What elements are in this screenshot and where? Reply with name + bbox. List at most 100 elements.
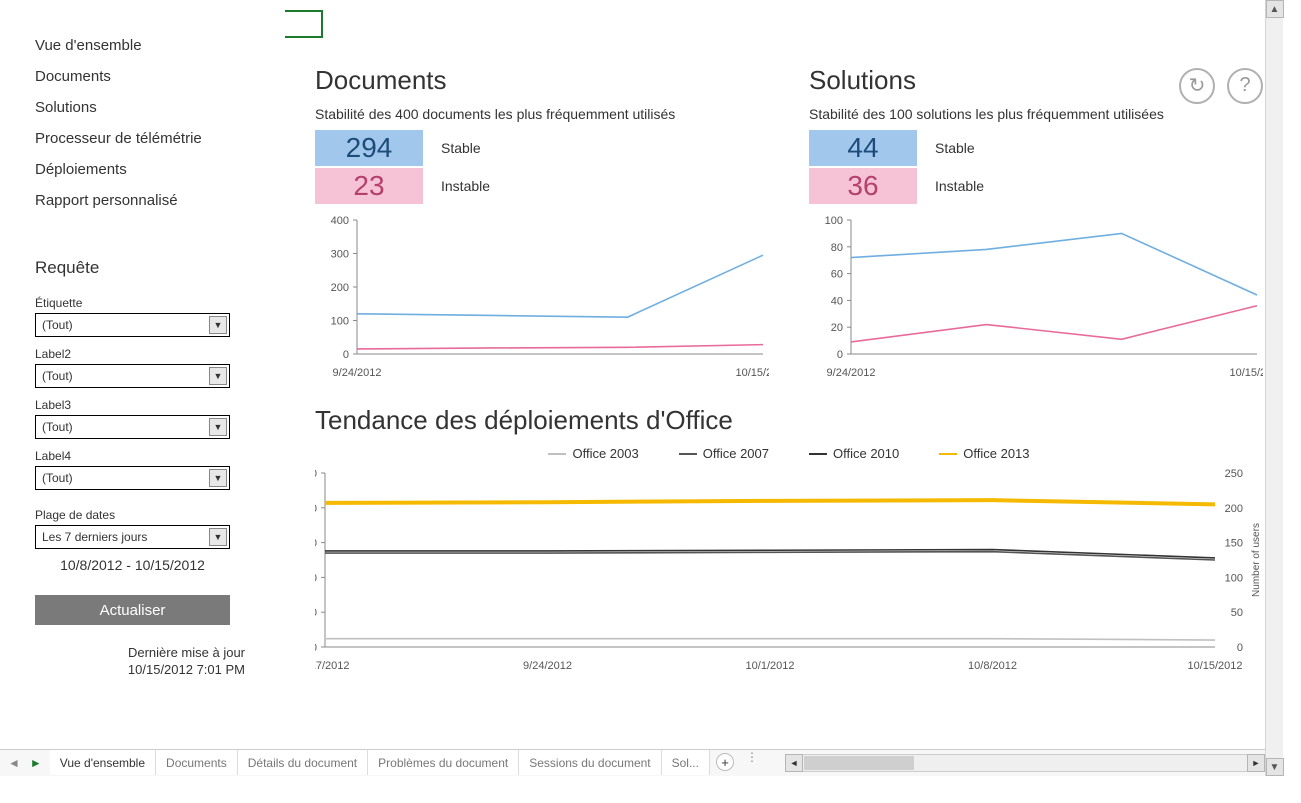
solutions-subtitle: Stabilité des 100 solutions les plus fré…: [809, 106, 1263, 122]
svg-text:60: 60: [831, 269, 843, 281]
svg-text:10/15/2012: 10/15/2012: [735, 367, 769, 379]
scroll-down-icon[interactable]: ▼: [1266, 758, 1284, 776]
svg-text:9/24/2012: 9/24/2012: [333, 367, 382, 379]
tab-document-sessions[interactable]: Sessions du document: [519, 749, 661, 775]
trend-chart: 0501001502002509/17/20129/24/201210/1/20…: [315, 465, 1263, 675]
main-content: Documents Stabilité des 400 documents le…: [285, 0, 1283, 776]
chevron-down-icon: ▼: [209, 528, 227, 546]
svg-text:10/15/2012: 10/15/2012: [1187, 660, 1242, 672]
nav-item-deployments[interactable]: Déploiements: [35, 154, 255, 185]
svg-text:150: 150: [315, 538, 317, 550]
solutions-stable-count: 44: [809, 130, 917, 166]
filter-dropdown-4[interactable]: (Tout) ▼: [35, 466, 230, 490]
svg-text:10/1/2012: 10/1/2012: [746, 660, 795, 672]
tab-documents[interactable]: Documents: [156, 749, 238, 775]
svg-text:0: 0: [343, 349, 349, 361]
sidebar: Vue d'ensemble Documents Solutions Proce…: [0, 0, 285, 776]
scroll-up-icon[interactable]: ▲: [1266, 0, 1284, 18]
chevron-down-icon: ▼: [209, 367, 227, 385]
svg-text:20: 20: [831, 322, 843, 334]
svg-text:250: 250: [1225, 468, 1243, 480]
filter-label-4: Label4: [35, 449, 255, 463]
nav-item-custom-report[interactable]: Rapport personnalisé: [35, 185, 255, 216]
svg-text:250: 250: [315, 468, 317, 480]
svg-text:150: 150: [1225, 538, 1243, 550]
nav-list: Vue d'ensemble Documents Solutions Proce…: [35, 30, 255, 216]
solutions-unstable-count: 36: [809, 168, 917, 204]
legend-item-2010: Office 2010: [809, 446, 899, 461]
documents-subtitle: Stabilité des 400 documents les plus fré…: [315, 106, 769, 122]
refresh-button[interactable]: Actualiser: [35, 595, 230, 625]
filter-value-2: (Tout): [42, 369, 73, 383]
hscroll-right-icon[interactable]: ►: [1247, 754, 1265, 772]
nav-item-solutions[interactable]: Solutions: [35, 92, 255, 123]
svg-text:50: 50: [315, 607, 317, 619]
tab-prev-icon[interactable]: ◄: [8, 756, 20, 770]
last-update: Dernière mise à jour 10/15/2012 7:01 PM: [35, 645, 245, 679]
trend-title: Tendance des déploiements d'Office: [315, 405, 1263, 436]
date-range-dropdown[interactable]: Les 7 derniers jours ▼: [35, 525, 230, 549]
documents-unstable-count: 23: [315, 168, 423, 204]
svg-text:100: 100: [315, 572, 317, 584]
documents-title: Documents: [315, 65, 769, 96]
svg-text:100: 100: [825, 215, 843, 227]
svg-text:0: 0: [315, 642, 317, 654]
filter-dropdown-1[interactable]: (Tout) ▼: [35, 313, 230, 337]
legend-item-2007: Office 2007: [679, 446, 769, 461]
filter-label-1: Étiquette: [35, 296, 255, 310]
nav-item-telemetry[interactable]: Processeur de télémétrie: [35, 123, 255, 154]
filter-value-3: (Tout): [42, 420, 73, 434]
nav-item-overview[interactable]: Vue d'ensemble: [35, 30, 255, 61]
solutions-stable-label: Stable: [935, 140, 975, 156]
hscroll-left-icon[interactable]: ◄: [785, 754, 803, 772]
svg-text:400: 400: [331, 215, 349, 227]
documents-panel: Documents Stabilité des 400 documents le…: [315, 65, 769, 385]
tab-nav-arrows: ◄ ►: [0, 750, 50, 776]
solutions-panel: Solutions ↻ ? Stabilité des 100 solution…: [809, 65, 1263, 385]
filter-value-4: (Tout): [42, 471, 73, 485]
query-section-title: Requête: [35, 258, 255, 278]
solutions-chart: 0204060801009/24/201210/15/2012: [809, 212, 1263, 382]
svg-text:50: 50: [1231, 607, 1243, 619]
help-icon[interactable]: ?: [1227, 68, 1263, 104]
horizontal-scrollbar[interactable]: ◄ ►: [785, 750, 1265, 776]
filter-label-2: Label2: [35, 347, 255, 361]
date-range-value: Les 7 derniers jours: [42, 530, 147, 544]
svg-text:200: 200: [1225, 503, 1243, 515]
filter-value-1: (Tout): [42, 318, 73, 332]
svg-text:Number of users: Number of users: [1251, 523, 1262, 597]
solutions-unstable-label: Instable: [935, 178, 984, 194]
legend-item-2003: Office 2003: [548, 446, 638, 461]
filter-dropdown-3[interactable]: (Tout) ▼: [35, 415, 230, 439]
tab-next-icon[interactable]: ►: [30, 756, 42, 770]
svg-text:300: 300: [331, 249, 349, 261]
tab-sol[interactable]: Sol...: [662, 749, 710, 775]
legend-item-2013: Office 2013: [939, 446, 1029, 461]
tab-document-details[interactable]: Détails du document: [238, 749, 368, 775]
documents-stable-count: 294: [315, 130, 423, 166]
tab-overview[interactable]: Vue d'ensemble: [50, 749, 156, 775]
vertical-scrollbar[interactable]: ▲ ▼: [1265, 0, 1283, 776]
svg-text:100: 100: [1225, 572, 1243, 584]
filter-dropdown-2[interactable]: (Tout) ▼: [35, 364, 230, 388]
hscroll-thumb[interactable]: [804, 756, 914, 770]
last-update-value: 10/15/2012 7:01 PM: [35, 662, 245, 679]
sheet-tabs-bar: ◄ ► Vue d'ensemble Documents Détails du …: [0, 749, 1265, 776]
hscroll-track[interactable]: [803, 754, 1247, 772]
reload-icon[interactable]: ↻: [1179, 68, 1215, 104]
date-range-label: Plage de dates: [35, 508, 255, 522]
svg-text:200: 200: [331, 282, 349, 294]
tab-more-icon[interactable]: ⋮: [740, 750, 764, 776]
svg-text:200: 200: [315, 503, 317, 515]
trend-legend: Office 2003 Office 2007 Office 2010 Offi…: [315, 446, 1263, 461]
svg-text:80: 80: [831, 242, 843, 254]
svg-text:10/15/2012: 10/15/2012: [1229, 367, 1263, 379]
nav-item-documents[interactable]: Documents: [35, 61, 255, 92]
add-sheet-button[interactable]: +: [716, 753, 734, 771]
svg-text:40: 40: [831, 295, 843, 307]
scroll-track[interactable]: [1266, 18, 1283, 758]
tab-document-issues[interactable]: Problèmes du document: [368, 749, 519, 775]
documents-stable-label: Stable: [441, 140, 481, 156]
svg-text:9/24/2012: 9/24/2012: [523, 660, 572, 672]
solutions-title: Solutions: [809, 65, 916, 96]
